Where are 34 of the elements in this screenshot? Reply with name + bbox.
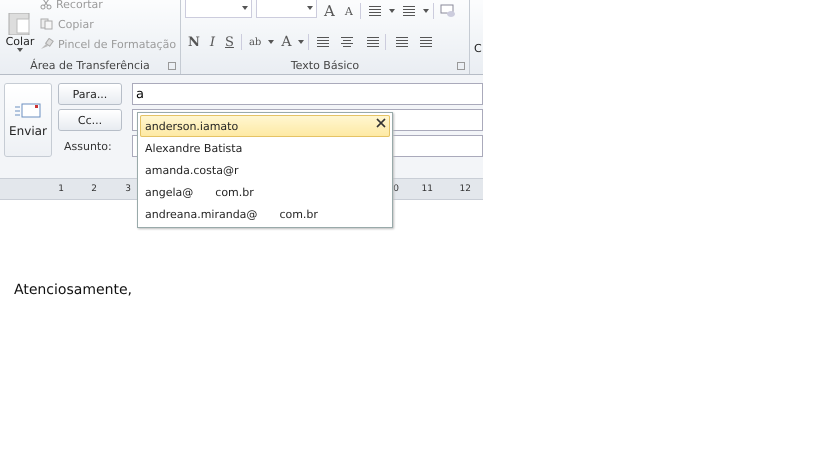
send-button[interactable]: Enviar (4, 83, 52, 157)
scissors-icon (40, 0, 52, 10)
close-icon[interactable] (376, 118, 386, 128)
caret-icon (17, 48, 23, 52)
highlight-button[interactable]: ab (246, 36, 264, 48)
grow-font-button[interactable]: A (321, 2, 338, 20)
paste-button[interactable]: Colar (0, 0, 40, 56)
caret-icon (388, 9, 395, 13)
suggestion-item[interactable]: amanda.costa@r (140, 159, 390, 181)
envelope-icon (14, 102, 42, 120)
to-field[interactable]: a (132, 83, 483, 105)
format-button[interactable]: I (206, 34, 218, 50)
font-color-button[interactable]: A (278, 34, 294, 50)
to-button[interactable]: Para... (58, 83, 122, 105)
cc-button[interactable]: Cc... (58, 109, 122, 131)
caret-icon (242, 6, 248, 10)
caret-icon (298, 40, 304, 44)
styles-icon[interactable] (438, 4, 458, 18)
suggestion-item[interactable]: anderson.iamato (140, 115, 390, 137)
suggestion-item[interactable]: angela@ com.br (140, 181, 390, 203)
suggestion-item[interactable]: andreana.miranda@ com.br (140, 203, 390, 225)
caret-icon (307, 6, 313, 10)
copy-icon (40, 18, 54, 30)
shrink-font-button[interactable]: A (342, 4, 356, 18)
suggestion-item[interactable]: Alexandre Batista (140, 137, 390, 159)
caret-icon (268, 40, 274, 44)
signature-text: Atenciosamente, (14, 282, 132, 298)
group-label: Área de Transferência (0, 56, 180, 74)
caret-icon (422, 9, 429, 13)
group-label: C (473, 41, 483, 57)
format-button[interactable]: N (185, 34, 203, 50)
subject-label: Assunto: (63, 140, 113, 152)
group-label: Texto Básico (181, 56, 469, 74)
format-button[interactable]: S (222, 34, 237, 50)
